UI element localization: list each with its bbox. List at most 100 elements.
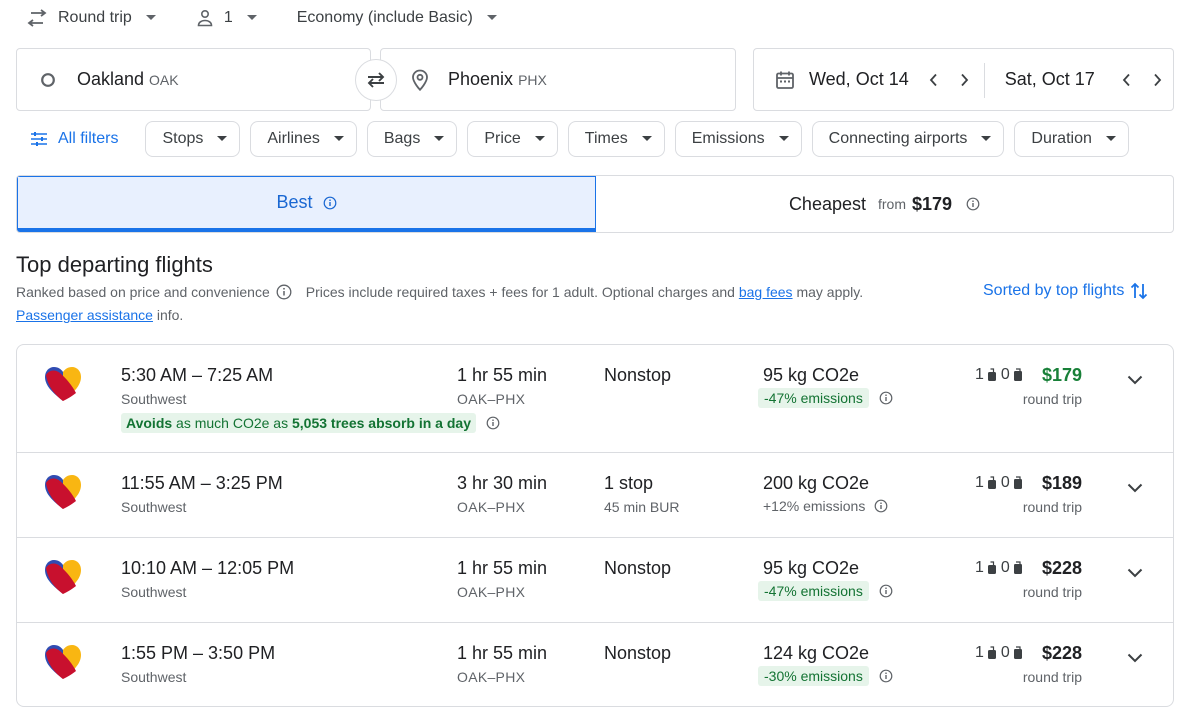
price-type: round trip: [1022, 584, 1082, 600]
flight-stops: Nonstop: [604, 643, 672, 663]
cabin-class-label: Economy (include Basic): [296, 9, 473, 26]
flight-times: 1:55 PM – 3:50 PM: [121, 643, 276, 663]
sort-button[interactable]: Sorted by top flights: [983, 281, 1148, 301]
filter-chip-bags[interactable]: Bags: [366, 121, 458, 157]
swap-arrows-icon: [26, 9, 48, 27]
filter-chip-airlines[interactable]: Airlines: [250, 121, 357, 157]
checked-bag-icon: [1013, 646, 1023, 660]
carry-on-bag-icon: [987, 476, 997, 490]
carry-on-count: 1: [975, 366, 984, 383]
southwest-heart-logo: [43, 643, 83, 681]
emissions-text: +12% emissions: [763, 498, 866, 514]
info-icon[interactable]: [323, 196, 337, 210]
info-icon[interactable]: [276, 284, 292, 300]
flight-stops: Nonstop: [604, 365, 672, 385]
tab-cheapest-from: from: [878, 196, 906, 212]
caret-down-icon: [778, 136, 789, 142]
info-icon[interactable]: [874, 499, 888, 513]
price-type: round trip: [1022, 499, 1082, 515]
bag-fees-link[interactable]: bag fees: [739, 284, 793, 300]
passenger-assistance-link[interactable]: Passenger assistance: [16, 307, 153, 323]
cabin-class-select[interactable]: Economy (include Basic): [297, 9, 507, 27]
results-heading: Top departing flights: [16, 252, 213, 277]
caret-down-icon: [434, 136, 445, 142]
trip-type-label: Round trip: [58, 9, 132, 26]
airline-name: Southwest: [121, 584, 187, 600]
passengers-select[interactable]: 1: [196, 9, 267, 27]
info-icon[interactable]: [879, 391, 893, 405]
origin-field[interactable]: Oakland OAK: [16, 48, 371, 111]
co2-amount: 124 kg CO2e: [763, 643, 870, 663]
tab-cheapest[interactable]: Cheapest from $179: [596, 176, 1173, 232]
info-icon[interactable]: [486, 416, 500, 430]
chevron-down-icon[interactable]: [1127, 568, 1143, 578]
info-text: info.: [156, 307, 184, 323]
filter-chip-stops[interactable]: Stops: [145, 121, 241, 157]
chevron-right-icon[interactable]: [960, 73, 970, 87]
flight-route: OAK–PHX: [457, 669, 526, 685]
chevron-down-icon[interactable]: [1127, 653, 1143, 663]
filter-chip-emissions[interactable]: Emissions: [674, 121, 802, 157]
chip-label: Duration: [1031, 130, 1092, 147]
co2-amount: 95 kg CO2e: [763, 558, 860, 578]
flight-results-list: 5:30 AM – 7:25 AM Southwest 1 hr 55 min …: [16, 344, 1174, 707]
destination-code: PHX: [518, 71, 547, 88]
carry-on-count: 1: [975, 644, 984, 661]
filter-chip-duration[interactable]: Duration: [1014, 121, 1129, 157]
co2-amount: 95 kg CO2e: [763, 365, 860, 385]
flight-times: 11:55 AM – 3:25 PM: [121, 473, 283, 493]
filter-chip-price[interactable]: Price: [467, 121, 558, 157]
person-icon: [196, 9, 214, 27]
dates-field[interactable]: Wed, Oct 14 Sat, Oct 17: [753, 48, 1174, 111]
flight-duration: 1 hr 55 min: [457, 643, 548, 663]
caret-down-icon: [486, 15, 497, 21]
sorted-label: Sorted by top flights: [983, 282, 1125, 299]
caret-down-icon: [246, 15, 257, 21]
bags-info: 1 0: [975, 474, 1027, 492]
destination-field[interactable]: Phoenix PHX: [380, 48, 736, 111]
origin-code: OAK: [149, 71, 179, 88]
chip-label: Airlines: [267, 130, 320, 147]
chevron-left-icon[interactable]: [1121, 73, 1131, 87]
southwest-heart-logo: [43, 558, 83, 596]
return-date[interactable]: Sat, Oct 17: [1005, 69, 1095, 90]
flight-stops: Nonstop: [604, 558, 672, 578]
info-icon[interactable]: [879, 669, 893, 683]
flight-row[interactable]: 10:10 AM – 12:05 PM Southwest 1 hr 55 mi…: [17, 538, 1173, 623]
southwest-heart-logo: [43, 365, 83, 403]
price-type: round trip: [1022, 391, 1082, 407]
chevron-down-icon[interactable]: [1127, 375, 1143, 385]
all-filters-button[interactable]: All filters: [30, 130, 118, 148]
checked-bag-icon: [1013, 476, 1023, 490]
avoids-trees: 5,053 trees absorb in a day: [292, 415, 471, 431]
flight-price: $179: [1041, 365, 1082, 385]
chevron-right-icon[interactable]: [1153, 73, 1163, 87]
flight-stops: 1 stop: [604, 473, 654, 493]
info-icon[interactable]: [879, 584, 893, 598]
checked-bag-icon: [1013, 561, 1023, 575]
airline-name: Southwest: [121, 669, 187, 685]
trip-type-select[interactable]: Round trip: [26, 9, 166, 27]
filter-chip-times[interactable]: Times: [567, 121, 665, 157]
filter-chip-connecting-airports[interactable]: Connecting airports: [811, 121, 1005, 157]
price-type: round trip: [1022, 669, 1082, 685]
passenger-assistance-line: Passenger assistance info.: [16, 307, 183, 323]
carry-on-count: 1: [975, 474, 984, 491]
flight-row[interactable]: 1:55 PM – 3:50 PM Southwest 1 hr 55 min …: [17, 623, 1173, 706]
flight-row[interactable]: 5:30 AM – 7:25 AM Southwest 1 hr 55 min …: [17, 345, 1173, 453]
circle-origin-icon: [40, 72, 56, 88]
carry-on-count: 1: [975, 559, 984, 576]
location-pin-icon: [411, 69, 429, 91]
flight-row[interactable]: 11:55 AM – 3:25 PM Southwest 3 hr 30 min…: [17, 453, 1173, 538]
caret-down-icon: [641, 136, 652, 142]
chevron-left-icon[interactable]: [928, 73, 938, 87]
chevron-down-icon[interactable]: [1127, 483, 1143, 493]
tab-best[interactable]: Best: [17, 176, 596, 232]
co2-amount: 200 kg CO2e: [763, 473, 870, 493]
info-icon[interactable]: [966, 197, 980, 211]
emissions-row: -47% emissions: [758, 581, 893, 601]
flight-route: OAK–PHX: [457, 499, 526, 515]
avoids-co2-text: Avoids as much CO2e as 5,053 trees absor…: [121, 413, 476, 433]
swap-button[interactable]: [355, 59, 397, 101]
depart-date[interactable]: Wed, Oct 14: [809, 69, 909, 90]
